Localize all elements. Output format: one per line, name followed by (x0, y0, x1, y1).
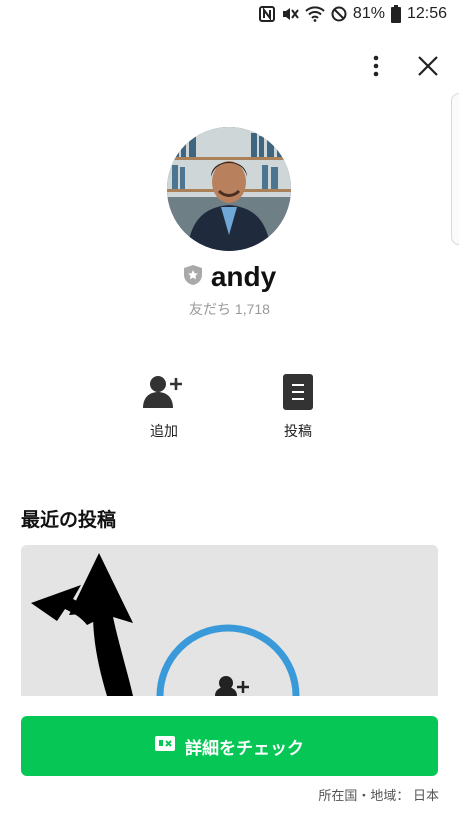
official-shield-icon (183, 264, 203, 291)
posts-icon (283, 374, 313, 414)
battery-percent: 81% (352, 5, 385, 22)
posts-label: 投稿 (284, 423, 312, 439)
posts-button[interactable]: 投稿 (258, 374, 338, 441)
details-card-icon (155, 736, 175, 756)
check-details-label: 詳細をチェック (185, 738, 304, 758)
close-button[interactable] (412, 52, 444, 84)
region-info: 所在国・地域： 日本 (318, 788, 439, 803)
avatar[interactable] (167, 127, 291, 251)
add-friend-button[interactable]: 追加 (124, 374, 204, 441)
status-icons: 81% 12:56 (258, 5, 447, 23)
add-friend-icon (143, 376, 185, 414)
nfc-icon (258, 6, 275, 22)
battery-icon (390, 5, 401, 23)
more-vertical-icon (373, 55, 379, 82)
profile-name-row: andy (0, 261, 459, 293)
check-details-button[interactable]: 詳細をチェック (21, 716, 438, 776)
mute-icon (281, 6, 299, 22)
more-options-button[interactable] (360, 52, 392, 84)
add-friend-label: 追加 (150, 423, 178, 439)
avatar-photo (167, 127, 291, 251)
friends-count: 友だち 1,718 (189, 301, 270, 317)
clock: 12:56 (406, 5, 447, 22)
wifi-icon (305, 6, 325, 22)
profile-name: andy (210, 261, 277, 292)
edge-panel-handle[interactable] (451, 93, 459, 245)
close-icon (417, 55, 439, 82)
status-bar: 81% 12:56 (0, 0, 459, 32)
recent-post-thumbnail[interactable] (21, 545, 438, 696)
do-not-disturb-icon (331, 6, 347, 22)
post-image (21, 545, 438, 696)
recent-posts-title: 最近の投稿 (21, 510, 117, 531)
